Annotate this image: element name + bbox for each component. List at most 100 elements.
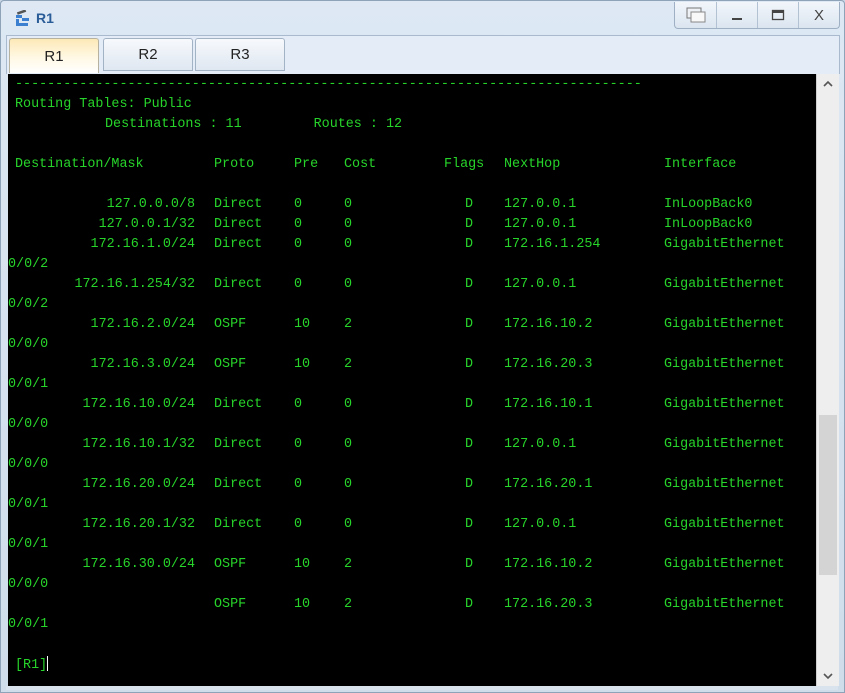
column-header: Pre: [294, 157, 319, 172]
routes-label: Routes: [313, 117, 362, 132]
vertical-scrollbar[interactable]: [816, 74, 839, 686]
route-proto: Direct: [214, 277, 263, 292]
tab-r1[interactable]: R1: [9, 38, 99, 73]
route-interface: GigabitEthernet: [664, 477, 785, 492]
route-flags: D: [465, 357, 474, 372]
route-proto: OSPF: [214, 557, 247, 572]
route-dest: 127.0.0.1/32: [98, 217, 195, 232]
route-cost: 2: [344, 357, 353, 372]
tab-label: R2: [138, 46, 158, 63]
route-interface-continuation: 0/0/2: [8, 297, 49, 312]
scroll-up-button[interactable]: [817, 74, 839, 94]
route-interface: GigabitEthernet: [664, 357, 785, 372]
route-nexthop: 172.16.10.2: [504, 557, 593, 572]
route-proto: OSPF: [214, 357, 247, 372]
route-row: 172.16.20.0/24 Direct 0 0 D 172.16.20.1 Gigabi…: [15, 476, 815, 494]
route-interface-continuation: 0/0/1: [8, 617, 49, 632]
route-nexthop: 127.0.0.1: [504, 277, 577, 292]
route-cost: 0: [344, 277, 353, 292]
route-interface-continuation: 0/0/1: [8, 377, 49, 392]
route-pre: 0: [294, 397, 303, 412]
route-cost: 2: [344, 557, 353, 572]
route-interface-continuation: 0/0/0: [8, 337, 49, 352]
route-flags: D: [465, 237, 474, 252]
route-row: 172.16.3.0/24 OSPF 10 2 D 172.16.20.3 GigabitE…: [15, 356, 815, 374]
route-row: 172.16.2.0/24 OSPF 10 2 D 172.16.10.2 GigabitE…: [15, 316, 815, 334]
route-proto: Direct: [214, 517, 263, 532]
route-proto: Direct: [214, 477, 263, 492]
close-icon: X: [813, 6, 824, 24]
column-header: Cost: [344, 157, 377, 172]
title-bar[interactable]: R1 X: [1, 1, 844, 35]
route-dest: 172.16.10.0/24: [82, 397, 196, 412]
route-nexthop: 127.0.0.1: [504, 217, 577, 232]
restore-windows-button[interactable]: [675, 2, 716, 28]
route-flags: D: [465, 437, 474, 452]
route-proto: Direct: [214, 217, 263, 232]
route-dest: 172.16.20.1/32: [82, 517, 196, 532]
terminal-output[interactable]: ----------------------------------------…: [8, 74, 816, 686]
route-row: 127.0.0.1/32 Direct 0 0 D 127.0.0.1 InLoopBack…: [15, 216, 815, 234]
route-cost: 2: [344, 317, 353, 332]
route-interface-continuation: 0/0/0: [8, 417, 49, 432]
route-dest: 172.16.20.0/24: [82, 477, 196, 492]
route-proto: Direct: [214, 237, 263, 252]
destinations-count: 11: [225, 117, 242, 132]
route-proto: OSPF: [214, 597, 247, 612]
route-flags: D: [465, 557, 474, 572]
route-pre: 10: [294, 357, 311, 372]
route-flags: D: [465, 477, 474, 492]
route-dest: 172.16.3.0/24: [90, 357, 195, 372]
route-interface-continuation: 0/0/0: [8, 577, 49, 592]
prompt-text: [R1]: [15, 658, 48, 673]
tab-label: R3: [230, 46, 250, 63]
routes-count: 12: [385, 117, 403, 132]
route-interface: GigabitEthernet: [664, 397, 785, 412]
scroll-down-button[interactable]: [817, 666, 839, 686]
routing-summary: Destinations : 11 Routes : 12: [105, 117, 403, 132]
route-dest: 172.16.10.1/32: [82, 437, 196, 452]
route-row: 172.16.20.1/32 Direct 0 0 D 127.0.0.1 GigabitE…: [15, 516, 815, 534]
route-interface: GigabitEthernet: [664, 277, 785, 292]
minimize-button[interactable]: [716, 2, 757, 28]
route-interface: GigabitEthernet: [664, 597, 785, 612]
window-bottom-edge: [6, 686, 838, 690]
column-header: NextHop: [504, 157, 561, 172]
route-cost: 2: [344, 597, 353, 612]
separator-line: ----------------------------------------…: [15, 77, 642, 92]
column-header: Destination/Mask: [15, 157, 144, 172]
route-interface: InLoopBack0: [664, 217, 753, 232]
route-pre: 0: [294, 517, 303, 532]
route-pre: 0: [294, 237, 303, 252]
route-flags: D: [465, 277, 474, 292]
route-pre: 0: [294, 437, 303, 452]
route-nexthop: 172.16.20.3: [504, 357, 593, 372]
command-prompt[interactable]: [R1]: [15, 656, 49, 674]
route-flags: D: [465, 517, 474, 532]
route-cost: 0: [344, 517, 353, 532]
scrollbar-thumb[interactable]: [819, 415, 837, 575]
chevron-down-icon: [823, 673, 833, 680]
route-nexthop: 172.16.10.1: [504, 397, 593, 412]
route-cost: 0: [344, 477, 353, 492]
tab-r2[interactable]: R2: [103, 38, 193, 71]
chevron-up-icon: [823, 80, 833, 87]
route-proto: Direct: [214, 437, 263, 452]
route-dest: 172.16.30.0/24: [82, 557, 196, 572]
route-interface-continuation: 0/0/1: [8, 497, 49, 512]
maximize-button[interactable]: [757, 2, 798, 28]
route-interface: GigabitEthernet: [664, 317, 785, 332]
route-dest: 172.16.1.0/24: [90, 237, 195, 252]
column-header: Interface: [664, 157, 737, 172]
route-row: 172.16.10.0/24 Direct 0 0 D 172.16.10.1 Gigabi…: [15, 396, 815, 414]
route-interface-continuation: 0/0/0: [8, 457, 49, 472]
route-flags: D: [465, 397, 474, 412]
route-row: OSPF 10 2 D 172.16.20.3 GigabitEthernet: [15, 596, 815, 614]
route-pre: 10: [294, 317, 311, 332]
route-flags: D: [465, 197, 474, 212]
route-cost: 0: [344, 237, 353, 252]
route-nexthop: 127.0.0.1: [504, 437, 577, 452]
tab-r3[interactable]: R3: [195, 38, 285, 71]
close-button[interactable]: X: [798, 2, 839, 28]
route-pre: 0: [294, 197, 303, 212]
